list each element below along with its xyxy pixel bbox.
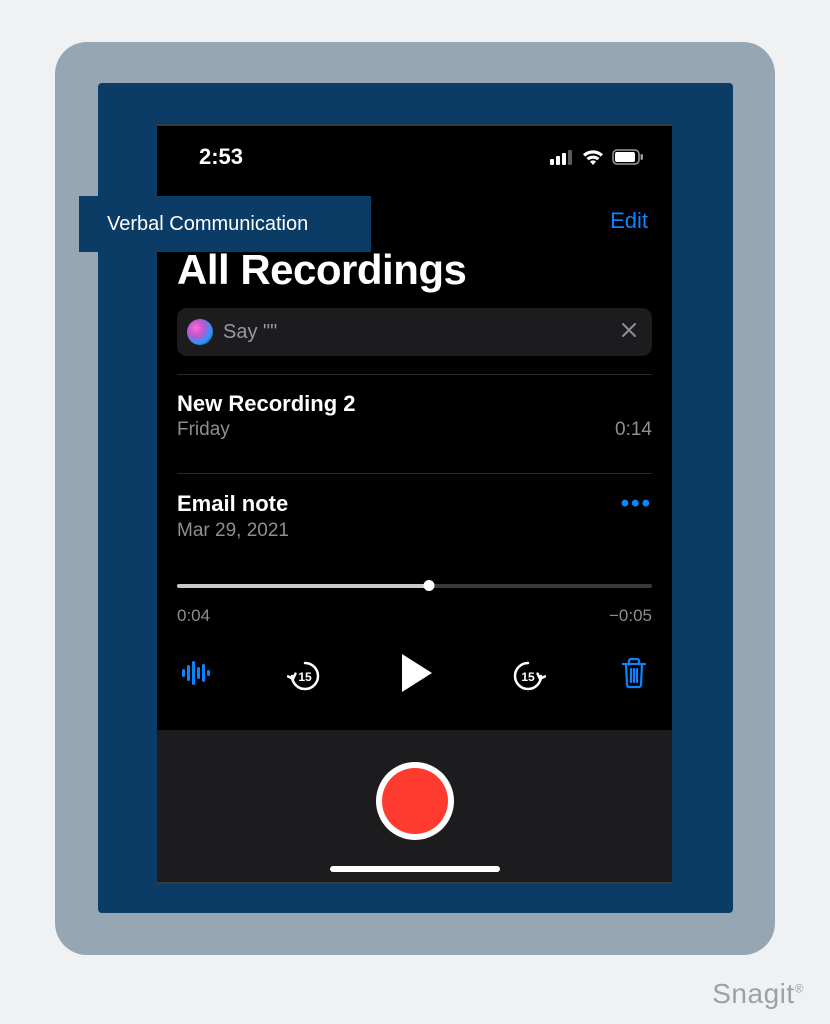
recording-title: New Recording 2 [177,391,355,417]
close-icon[interactable] [620,321,638,343]
edit-button[interactable]: Edit [610,208,648,234]
snagit-watermark: Snagit® [712,978,804,1010]
scrubber[interactable] [177,576,652,596]
recording-row[interactable]: New Recording 2 Friday 0:14 [157,375,672,455]
siri-icon [187,319,213,345]
scrubber-knob[interactable] [423,580,434,591]
callout-label: Verbal Communication [107,213,308,236]
record-button-inner [382,768,448,834]
svg-text:15: 15 [299,670,313,684]
status-time: 2:53 [199,144,243,170]
remaining-time: −0:05 [609,606,652,626]
playback-scrubber-area: 0:04 −0:05 [157,556,672,626]
recording-date: Friday [177,419,230,441]
siri-search-bar[interactable]: Say "" [177,308,652,356]
playback-controls: 15 15 [157,626,672,721]
elapsed-time: 0:04 [177,606,210,626]
home-indicator[interactable] [330,866,500,872]
bottom-toolbar [157,730,672,882]
svg-text:15: 15 [521,670,535,684]
battery-icon [612,149,644,165]
scrubber-fill [177,584,429,588]
record-button[interactable] [376,762,454,840]
cellular-icon [550,149,574,165]
siri-hint-text: Say "" [223,321,610,344]
skip-back-icon[interactable]: 15 [287,658,323,694]
waveform-icon[interactable] [181,659,213,692]
recording-title: Email note [177,491,288,517]
wifi-icon [581,148,605,166]
skip-forward-icon[interactable]: 15 [510,658,546,694]
status-icons [550,148,644,166]
recording-row-expanded[interactable]: Email note ••• Mar 29, 2021 [157,474,672,556]
status-bar: 2:53 [157,126,672,174]
trash-icon[interactable] [620,657,648,694]
recording-date: Mar 29, 2021 [177,520,289,542]
callout-tag: Verbal Communication [79,196,371,252]
more-options-icon[interactable]: ••• [621,490,652,518]
recording-duration: 0:14 [615,419,652,441]
play-icon[interactable] [398,652,436,699]
